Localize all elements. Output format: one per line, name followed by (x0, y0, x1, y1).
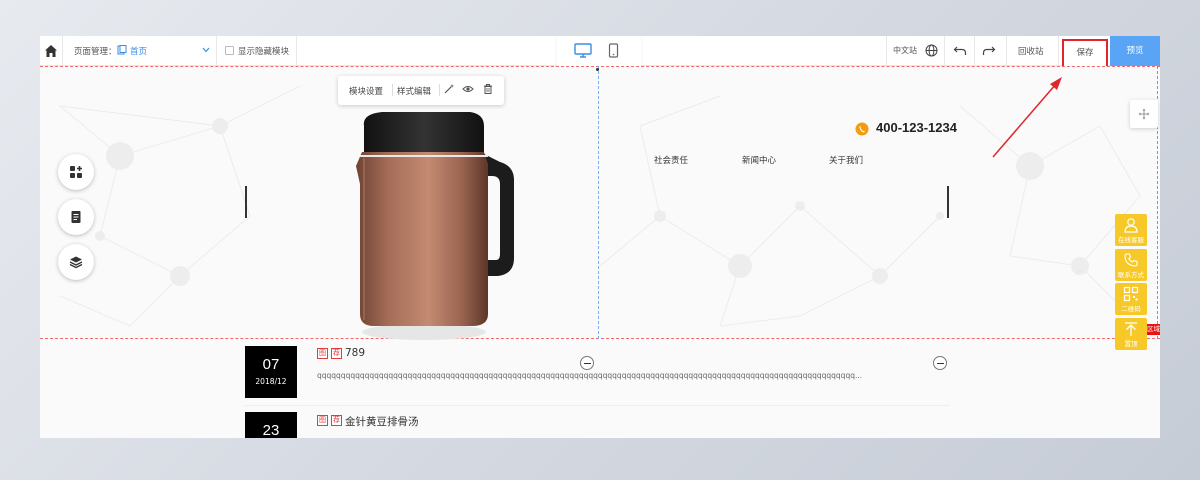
carousel-prev-handle[interactable] (245, 186, 247, 218)
page-manage-label: 页面管理： (74, 47, 117, 57)
modules-icon (70, 166, 82, 178)
online-service-button[interactable]: 在线客服 (1115, 214, 1147, 246)
news-title[interactable]: 789 (345, 347, 365, 359)
globe-icon[interactable] (925, 44, 938, 57)
carousel-next-handle[interactable] (947, 186, 949, 218)
news-day: 07 (262, 356, 280, 373)
network-background (40, 66, 1160, 339)
phone-icon (1124, 253, 1138, 267)
phone-icon (855, 122, 869, 136)
user-icon (1124, 218, 1138, 233)
qrcode-icon (1123, 286, 1139, 302)
layers-icon (69, 256, 83, 269)
editor-window: 页面管理： 首页 显示隐藏模块 中文站 回收站 保存 预览 模块设置 样式编辑 … (40, 36, 1160, 438)
module-outline (40, 66, 1160, 67)
news-day: 23 (262, 422, 280, 438)
arrow-up-icon (1125, 322, 1137, 336)
device-indicator (596, 68, 599, 71)
layers-button[interactable] (58, 244, 94, 280)
news-year-month: 2018/12 (255, 377, 287, 386)
nav-item-social-responsibility[interactable]: 社会责任 (654, 154, 688, 166)
home-icon[interactable] (43, 43, 59, 59)
news-title[interactable]: 金针黄豆排骨汤 (345, 414, 419, 429)
recommend-tag: 荐 (331, 348, 342, 359)
toolbar-divider (1006, 36, 1007, 66)
desktop-icon[interactable] (574, 43, 592, 58)
module-outline (40, 338, 1160, 339)
float-label: 联系方式 (1118, 271, 1144, 279)
page-icon (117, 45, 127, 55)
editor-toolbar: 页面管理： 首页 显示隐藏模块 中文站 回收站 保存 预览 (40, 36, 1160, 72)
news-divider (245, 405, 950, 406)
menu-divider (439, 84, 440, 96)
image-tag: 图 (317, 348, 328, 359)
qrcode-button[interactable]: 二维码 (1115, 283, 1147, 315)
column-divider (598, 66, 599, 339)
news-date: 07 2018/12 (245, 346, 297, 398)
eye-icon[interactable] (462, 83, 474, 95)
contact-button[interactable]: 联系方式 (1115, 249, 1147, 281)
move-icon (1138, 108, 1150, 120)
page-list-button[interactable] (58, 199, 94, 235)
module-settings-button[interactable]: 模块设置 (349, 85, 383, 97)
hotline-number: 400-123-1234 (876, 120, 957, 135)
preview-button[interactable]: 预览 (1110, 36, 1160, 66)
toolbar-divider (216, 36, 217, 66)
document-icon (71, 211, 81, 223)
back-to-top-button[interactable]: 置顶 (1115, 318, 1147, 350)
toolbar-divider (296, 36, 297, 66)
mobile-icon[interactable] (608, 43, 619, 58)
toolbar-divider (944, 36, 945, 66)
news-summary: qqqqqqqqqqqqqqqqqqqqqqqqqqqqqqqqqqqqqqqq… (317, 371, 863, 380)
toolbar-divider (62, 36, 63, 66)
add-module-button[interactable] (58, 154, 94, 190)
recommend-tag: 荐 (331, 415, 342, 426)
toolbar-divider (886, 36, 887, 66)
drag-handle[interactable] (1130, 100, 1158, 128)
area-tag: 区域 (1147, 324, 1160, 335)
nav-item-news[interactable]: 新闻中心 (742, 154, 776, 166)
save-button[interactable]: 保存 (1062, 39, 1108, 68)
collapse-button[interactable] (580, 356, 594, 370)
nav-item-about[interactable]: 关于我们 (829, 154, 863, 166)
style-edit-button[interactable]: 样式编辑 (397, 85, 431, 97)
float-label: 置顶 (1124, 340, 1138, 348)
language-label[interactable]: 中文站 (893, 45, 917, 56)
page-canvas: 模块设置 样式编辑 400-123-1234 社会责任 新闻中心 关于我们 在线… (40, 66, 1160, 438)
toolbar-divider (1058, 36, 1059, 66)
module-action-menu: 模块设置 样式编辑 (338, 76, 504, 105)
chevron-down-icon[interactable] (202, 47, 210, 53)
image-tag: 图 (317, 415, 328, 426)
show-hidden-label: 显示隐藏模块 (238, 47, 290, 57)
magic-wand-icon[interactable] (443, 83, 455, 95)
float-label: 在线客服 (1118, 236, 1144, 244)
news-date: 23 (245, 412, 297, 438)
current-page-select[interactable]: 首页 (130, 45, 147, 57)
show-hidden-checkbox[interactable] (225, 46, 234, 55)
product-image-kettle (356, 112, 514, 340)
collapse-button[interactable] (933, 356, 947, 370)
undo-icon[interactable] (953, 44, 967, 57)
trash-icon[interactable] (482, 83, 494, 95)
float-label: 二维码 (1121, 305, 1141, 313)
recycle-bin-button[interactable]: 回收站 (1018, 45, 1044, 57)
redo-icon[interactable] (982, 44, 996, 57)
toolbar-divider (974, 36, 975, 66)
menu-divider (392, 84, 393, 96)
